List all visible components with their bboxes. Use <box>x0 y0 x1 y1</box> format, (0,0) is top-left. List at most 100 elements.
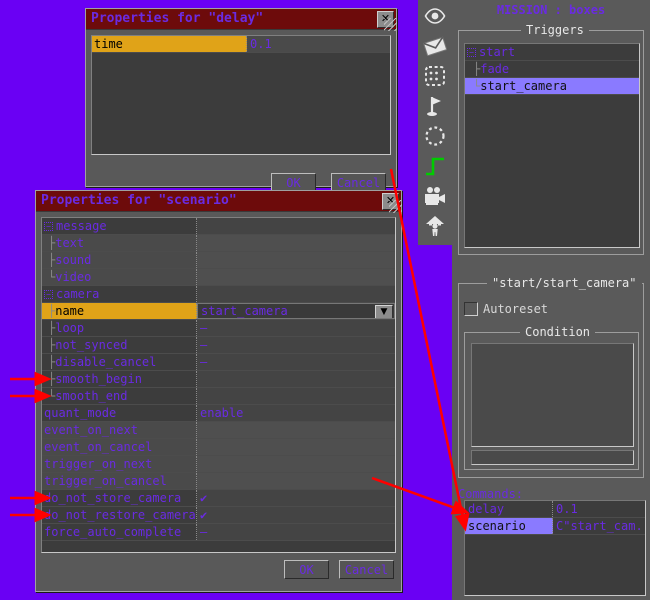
trigger-tree-label: start <box>479 44 516 59</box>
property-name-label: message <box>56 219 107 233</box>
property-row[interactable]: ├ sound <box>42 252 395 269</box>
property-name-cell: └ smooth_end <box>42 388 197 404</box>
chevron-down-icon[interactable]: ▼ <box>375 305 393 318</box>
property-value-cell[interactable] <box>197 456 395 472</box>
checkbox-icon[interactable] <box>464 302 478 316</box>
property-name-cell: ├ text <box>42 235 197 251</box>
command-value-cell: 0.1 <box>556 502 578 516</box>
property-name-cell: event_on_next <box>42 422 197 438</box>
visibility-tool[interactable] <box>418 2 452 32</box>
property-name-label: disable_cancel <box>55 355 157 369</box>
marker-tool[interactable] <box>418 92 452 122</box>
property-name-cell: ├ loop <box>42 320 197 336</box>
delay-window-title: Properties for "delay" <box>91 11 264 26</box>
property-value-cell[interactable]: ✔ <box>197 507 395 523</box>
radius-tool[interactable] <box>418 122 452 152</box>
property-value-cell[interactable] <box>197 388 395 404</box>
property-value-label: — <box>200 525 208 539</box>
ok-button[interactable]: OK <box>284 560 329 579</box>
condition-textarea[interactable] <box>471 343 634 447</box>
property-name-label: smooth_begin <box>55 372 142 386</box>
trigger-tree-item[interactable]: └ start_camera <box>465 78 639 95</box>
property-value-cell[interactable]: — <box>197 354 395 370</box>
property-name-label: trigger_on_cancel <box>44 474 167 488</box>
scenario-properties-window[interactable]: Properties for "scenario" ✕ −message├tex… <box>35 190 402 592</box>
property-value-cell[interactable] <box>197 473 395 489</box>
property-value-cell[interactable] <box>197 371 395 387</box>
property-row[interactable]: ├ not_synced — <box>42 337 395 354</box>
property-row[interactable]: ├ name start_camera ▼ <box>42 303 395 320</box>
property-value-cell[interactable]: — <box>197 320 395 336</box>
resize-grip[interactable] <box>384 18 397 31</box>
property-value-cell[interactable]: start_camera ▼ <box>197 303 395 319</box>
property-value-cell[interactable]: enable <box>197 405 395 421</box>
property-row[interactable]: trigger_on_cancel <box>42 473 395 490</box>
trigger-tree-item[interactable]: − start <box>465 44 639 61</box>
trigger-tool[interactable] <box>418 152 452 182</box>
property-row[interactable]: event_on_next <box>42 422 395 439</box>
zone-tool[interactable] <box>418 62 452 92</box>
property-value-cell[interactable]: ✔ <box>197 490 395 506</box>
property-value-cell[interactable] <box>197 218 395 234</box>
commands-list[interactable]: delay 0.1 scenario C"start_cam.. <box>464 500 646 596</box>
editor-toolbar[interactable] <box>418 0 452 245</box>
condition-input[interactable] <box>471 450 634 465</box>
message-tool[interactable] <box>418 32 452 62</box>
property-row[interactable]: ├ text <box>42 235 395 252</box>
collapse-expander-icon[interactable]: − <box>44 289 53 299</box>
property-value-cell[interactable]: — <box>197 524 395 540</box>
property-row[interactable]: − message <box>42 218 395 235</box>
property-row[interactable]: ├ smooth_begin <box>42 371 395 388</box>
property-value-label: start_camera <box>201 304 288 318</box>
property-name-cell: do_not_restore_camera <box>42 507 197 523</box>
property-row[interactable]: time 0.1 <box>92 36 390 53</box>
property-value-cell[interactable]: 0.1 <box>247 36 390 52</box>
property-row[interactable]: └ smooth_end <box>42 388 395 405</box>
scenario-window-titlebar[interactable]: Properties for "scenario" ✕ <box>36 191 401 212</box>
property-row[interactable]: force_auto_complete — <box>42 524 395 541</box>
trigger-tree-list[interactable]: − start ├ fade └ start_camera <box>464 43 640 248</box>
collapse-expander-icon[interactable]: − <box>44 221 53 231</box>
property-value-cell[interactable] <box>197 439 395 455</box>
scenario-window-title: Properties for "scenario" <box>41 193 237 208</box>
property-name-cell: └ video <box>42 269 197 285</box>
cancel-button[interactable]: Cancel <box>339 560 394 579</box>
delay-window-titlebar[interactable]: Properties for "delay" ✕ <box>86 9 396 30</box>
person-arrow-icon <box>424 215 446 240</box>
scenario-property-grid[interactable]: − message ├ text ├ sound └ video − camera ├ name sta… <box>41 217 396 553</box>
property-row[interactable]: do_not_store_camera ✔ <box>42 490 395 507</box>
collapse-expander-icon[interactable]: − <box>467 47 476 57</box>
trigger-tree-item[interactable]: ├ fade <box>465 61 639 78</box>
property-value-cell[interactable] <box>197 286 395 302</box>
property-row[interactable]: do_not_restore_camera ✔ <box>42 507 395 524</box>
property-row[interactable]: quant_mode enable <box>42 405 395 422</box>
resize-grip[interactable] <box>389 200 402 213</box>
property-row[interactable]: − camera <box>42 286 395 303</box>
command-name-cell: scenario <box>465 518 553 534</box>
property-value-cell[interactable]: — <box>197 337 395 353</box>
command-row[interactable]: scenario C"start_cam.. <box>465 518 645 535</box>
property-name-label: do_not_restore_camera <box>44 508 196 522</box>
delay-property-grid[interactable]: time 0.1 <box>91 35 391 155</box>
property-value-cell[interactable] <box>197 269 395 285</box>
property-value-cell[interactable] <box>197 235 395 251</box>
property-name-label: force_auto_complete <box>44 525 182 539</box>
property-name-cell: quant_mode <box>42 405 197 421</box>
property-name-cell: − message <box>42 218 197 234</box>
property-row[interactable]: ├ disable_cancel — <box>42 354 395 371</box>
property-value-label: — <box>200 338 208 352</box>
property-row[interactable]: ├ loop — <box>42 320 395 337</box>
property-row[interactable]: event_on_cancel <box>42 439 395 456</box>
page-title: MISSION : boxes <box>496 3 606 17</box>
delay-properties-window[interactable]: Properties for "delay" ✕ time0.1 OK Canc… <box>85 8 397 192</box>
property-row[interactable]: trigger_on_next <box>42 456 395 473</box>
property-value-label: ✔ <box>200 491 208 505</box>
property-row[interactable]: └ video <box>42 269 395 286</box>
tree-branch-icon: ├ <box>48 253 56 267</box>
command-row[interactable]: delay 0.1 <box>465 501 645 518</box>
property-value-cell[interactable] <box>197 422 395 438</box>
camera-tool[interactable] <box>418 182 452 212</box>
property-value-cell[interactable] <box>197 252 395 268</box>
spawn-tool[interactable] <box>418 212 452 242</box>
autoreset-checkbox-row[interactable]: Autoreset <box>464 302 548 316</box>
